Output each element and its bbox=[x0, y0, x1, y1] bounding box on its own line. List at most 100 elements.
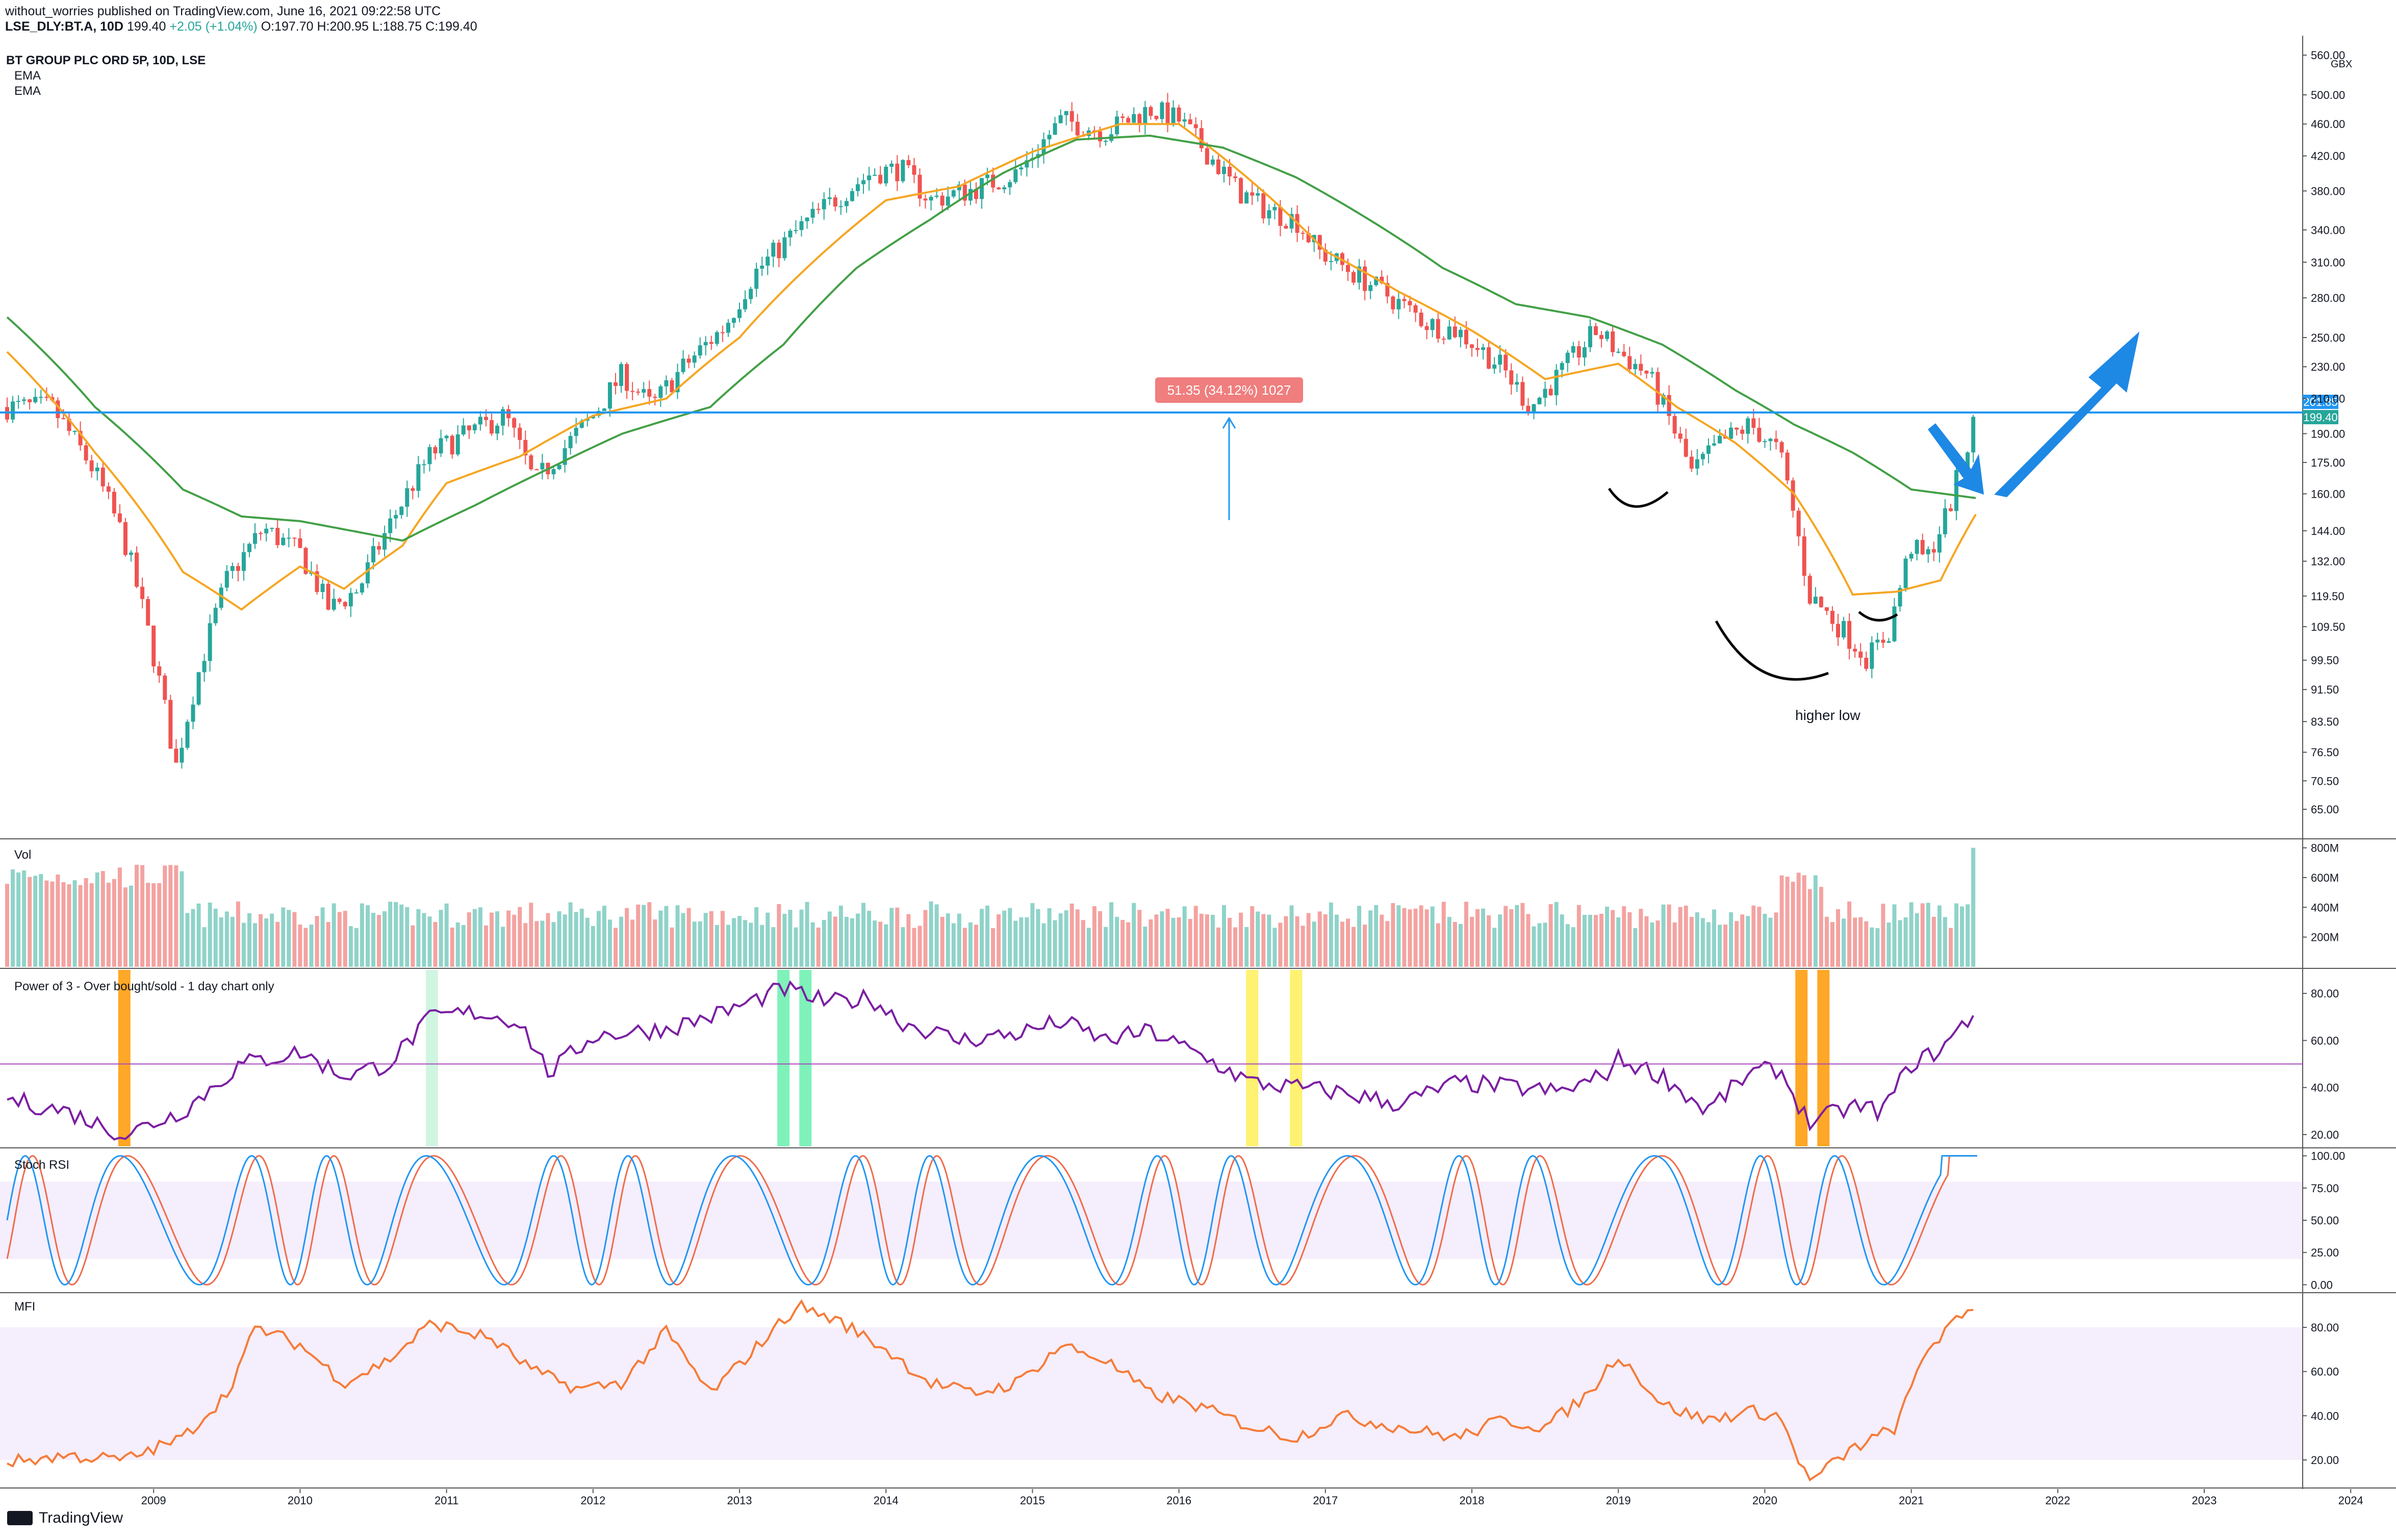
candle-body bbox=[478, 417, 482, 425]
volume-bar bbox=[1452, 921, 1457, 967]
candle-body bbox=[1926, 549, 1930, 554]
candle-body bbox=[1582, 347, 1587, 358]
x-tick-2011: 2011 bbox=[435, 1494, 458, 1504]
candle-body bbox=[1571, 346, 1575, 353]
volume-bar bbox=[1520, 903, 1525, 967]
volume-bar bbox=[1261, 914, 1266, 967]
candle-body bbox=[275, 528, 280, 545]
volume-bar bbox=[56, 875, 60, 967]
volume-bar bbox=[591, 926, 595, 967]
volume-bar bbox=[1221, 905, 1226, 967]
candle-body bbox=[1802, 536, 1806, 576]
ema-legend-2[interactable]: EMA bbox=[14, 84, 41, 98]
volume-bar bbox=[298, 925, 302, 967]
volume-bar bbox=[1413, 908, 1418, 967]
volume-bar bbox=[1605, 907, 1610, 967]
candle-body bbox=[1216, 159, 1220, 174]
candle-body bbox=[1503, 354, 1508, 371]
candle-body bbox=[1565, 352, 1570, 363]
price-tick-8: 132.00 bbox=[2311, 555, 2345, 568]
volume-bar bbox=[1470, 916, 1474, 967]
volume-bar bbox=[450, 928, 454, 967]
candle-body bbox=[1830, 610, 1834, 624]
chart-title[interactable]: BT GROUP PLC ORD 5P, 10D, LSE bbox=[6, 54, 206, 67]
volume-bar bbox=[1317, 911, 1322, 967]
candle-body bbox=[946, 196, 950, 206]
power-pane-title[interactable]: Power of 3 - Over bought/sold - 1 day ch… bbox=[14, 980, 274, 993]
stoch-pane-title[interactable]: Stoch RSI bbox=[14, 1158, 69, 1172]
volume-bar bbox=[1013, 920, 1018, 967]
candle-body bbox=[822, 199, 826, 210]
candle-body bbox=[1537, 397, 1542, 404]
vol-pane-title[interactable]: Vol bbox=[14, 848, 31, 862]
volume-bar bbox=[1830, 922, 1834, 967]
volume-bar bbox=[1199, 913, 1204, 967]
candle-body bbox=[483, 417, 488, 420]
candle-body bbox=[1069, 111, 1074, 122]
volume-bar bbox=[1729, 912, 1734, 967]
candle-body bbox=[117, 513, 122, 522]
volume-bar bbox=[270, 913, 274, 967]
candle-body bbox=[1013, 169, 1018, 183]
mfi-pane-title[interactable]: MFI bbox=[14, 1300, 35, 1314]
volume-bar bbox=[1875, 928, 1880, 967]
candle-body bbox=[855, 184, 860, 191]
candle-body bbox=[163, 675, 167, 700]
candle-body bbox=[1193, 124, 1198, 129]
volume-bar bbox=[1898, 920, 1902, 967]
volume-bar bbox=[850, 918, 854, 967]
volume-bar bbox=[315, 916, 319, 967]
volume-bar bbox=[1334, 914, 1339, 967]
volume-bar bbox=[647, 902, 652, 967]
volume-bar bbox=[512, 914, 517, 967]
chart-canvas[interactable]: 51.35 (34.12%) 1027 higher low 201.85 19… bbox=[0, 36, 2396, 1504]
candle-body bbox=[95, 467, 99, 472]
candle-body bbox=[1261, 193, 1266, 219]
candle-body bbox=[940, 195, 945, 206]
power-highlight-2 bbox=[777, 970, 790, 1146]
volume-bar bbox=[1763, 913, 1767, 967]
candle-body bbox=[1746, 418, 1750, 434]
volume-bar bbox=[1424, 909, 1429, 967]
volume-bar bbox=[1419, 905, 1423, 967]
candle-body bbox=[241, 552, 246, 571]
volume-bar bbox=[100, 871, 105, 967]
volume-bar bbox=[940, 917, 945, 967]
candle-body bbox=[1498, 354, 1502, 365]
candle-body bbox=[224, 571, 229, 588]
volume-bar bbox=[1768, 917, 1773, 967]
candle-body bbox=[703, 342, 708, 346]
candle-body bbox=[157, 666, 162, 676]
candle-body bbox=[129, 552, 134, 555]
volume-bar bbox=[754, 907, 759, 967]
tradingview-brand[interactable]: TradingView bbox=[7, 1509, 123, 1527]
symbol[interactable]: LSE_DLY:BT.A, 10D bbox=[5, 19, 123, 34]
volume-bar bbox=[416, 909, 421, 967]
candle-body bbox=[1735, 427, 1739, 430]
volume-bar bbox=[788, 910, 793, 967]
candle-body bbox=[1075, 121, 1080, 136]
volume-bar bbox=[1700, 918, 1705, 967]
volume-bar bbox=[557, 911, 562, 967]
candle-body bbox=[1909, 554, 1914, 559]
candle-body bbox=[394, 515, 398, 519]
volume-bar bbox=[399, 904, 404, 967]
price-tick-0: 65.00 bbox=[2311, 803, 2339, 816]
mfi-tick-0: 80.00 bbox=[2311, 1321, 2339, 1334]
volume-bar bbox=[997, 914, 1001, 967]
volume-bar bbox=[39, 874, 43, 967]
volume-bar bbox=[1402, 908, 1407, 967]
candle-body bbox=[777, 242, 781, 259]
x-tick-2016: 2016 bbox=[1166, 1494, 1191, 1504]
candle-body bbox=[1430, 319, 1435, 330]
power-highlight-0 bbox=[118, 970, 131, 1146]
candle-body bbox=[1441, 339, 1446, 340]
candle-body bbox=[1915, 540, 1919, 554]
volume-bar bbox=[422, 913, 426, 967]
candle-body bbox=[997, 187, 1001, 190]
volume-bar bbox=[208, 903, 212, 967]
volume-bar bbox=[394, 902, 398, 967]
ema-legend-1[interactable]: EMA bbox=[14, 69, 41, 83]
candle-body bbox=[106, 486, 111, 492]
candle-body bbox=[1560, 363, 1564, 370]
